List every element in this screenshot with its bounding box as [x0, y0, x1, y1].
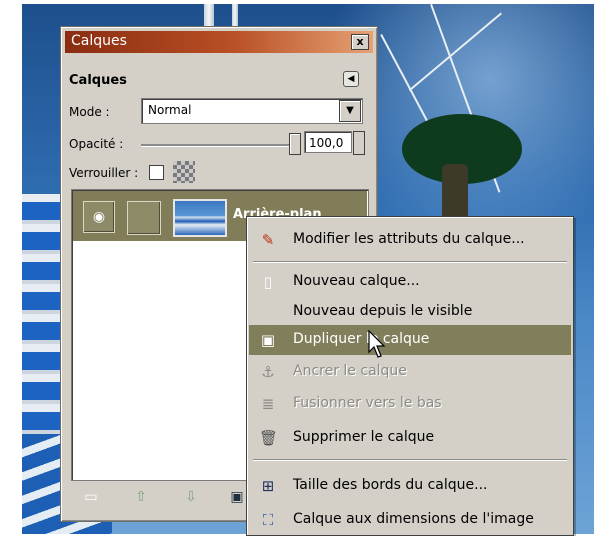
mouse-cursor-icon [368, 330, 386, 358]
menu-item-edit-attributes[interactable]: ✎ Modifier les attributs du calque... [249, 225, 571, 255]
menu-separator [253, 261, 567, 263]
checker-alpha-icon [173, 161, 195, 183]
pencil-icon: ✎ [261, 231, 275, 249]
merge-down-icon: ≣ [261, 395, 275, 413]
eye-icon[interactable]: ◉ [83, 201, 115, 233]
menu-item-label: Modifier les attributs du calque... [293, 231, 525, 247]
menu-item-layer-boundary-size[interactable]: ⊞ Taille des bords du calque... [249, 471, 571, 501]
menu-item-label: Taille des bords du calque... [293, 477, 488, 493]
title-bar[interactable]: Calques x [65, 31, 373, 53]
page-icon: ▯ [263, 273, 273, 291]
opacity-slider-thumb[interactable] [289, 133, 301, 155]
opacity-slider-track[interactable] [141, 144, 291, 147]
layer-size-icon: ⊞ [261, 477, 275, 495]
layer-to-image-icon: ⛶ [262, 511, 274, 529]
menu-item-anchor-layer[interactable]: ⚓ Ancrer le calque [249, 357, 571, 387]
window-title: Calques [71, 33, 127, 49]
menu-item-label: Nouveau depuis le visible [293, 303, 473, 319]
menu-separator [253, 459, 567, 461]
menu-item-delete-layer[interactable]: 🗑 Supprimer le calque [249, 423, 571, 453]
menu-item-new-layer[interactable]: ▯ Nouveau calque... [249, 267, 571, 297]
menu-item-label: Dupliquer le calque [293, 331, 430, 347]
menu-item-label: Ancrer le calque [293, 363, 407, 379]
lock-alpha-checkbox[interactable] [149, 165, 164, 180]
opacity-value-field[interactable]: 100,0 [304, 131, 352, 153]
chevron-down-icon[interactable]: ▼ [339, 100, 361, 122]
mode-select[interactable]: Normal ▼ [141, 98, 363, 124]
menu-item-new-from-visible[interactable]: Nouveau depuis le visible [249, 297, 571, 327]
mode-value: Normal [148, 103, 192, 117]
close-button[interactable]: x [351, 34, 369, 50]
panel-title: Calques [69, 73, 127, 88]
lock-label: Verrouiller : [69, 166, 139, 180]
menu-item-label: Calque aux dimensions de l'image [293, 511, 534, 527]
menu-item-label: Nouveau calque... [293, 273, 420, 289]
layer-context-menu: ✎ Modifier les attributs du calque... ▯ … [246, 216, 574, 536]
menu-item-layer-to-image-size[interactable]: ⛶ Calque aux dimensions de l'image [249, 505, 571, 535]
layer-thumbnail [173, 199, 227, 237]
menu-item-label: Supprimer le calque [293, 429, 435, 445]
lower-layer-icon[interactable]: ⇩ [183, 489, 199, 505]
panel-menu-arrow-icon[interactable]: ◀ [343, 71, 359, 87]
mode-label: Mode : [69, 105, 110, 119]
menu-item-label: Fusionner vers le bas [293, 395, 442, 411]
opacity-spin-buttons[interactable] [353, 131, 365, 155]
anchor-icon: ⚓ [261, 363, 275, 381]
new-layer-icon[interactable]: ▭ [83, 489, 99, 505]
duplicate-icon: ▣ [260, 331, 276, 349]
duplicate-layer-icon[interactable]: ▣ [229, 489, 245, 505]
opacity-label: Opacité : [69, 137, 124, 151]
raise-layer-icon[interactable]: ⇧ [133, 489, 149, 505]
menu-item-duplicate-layer[interactable]: ▣ Dupliquer le calque [249, 325, 571, 355]
chain-link-toggle[interactable] [127, 201, 161, 235]
menu-item-merge-down[interactable]: ≣ Fusionner vers le bas [249, 389, 571, 419]
trash-icon: 🗑 [259, 429, 279, 447]
